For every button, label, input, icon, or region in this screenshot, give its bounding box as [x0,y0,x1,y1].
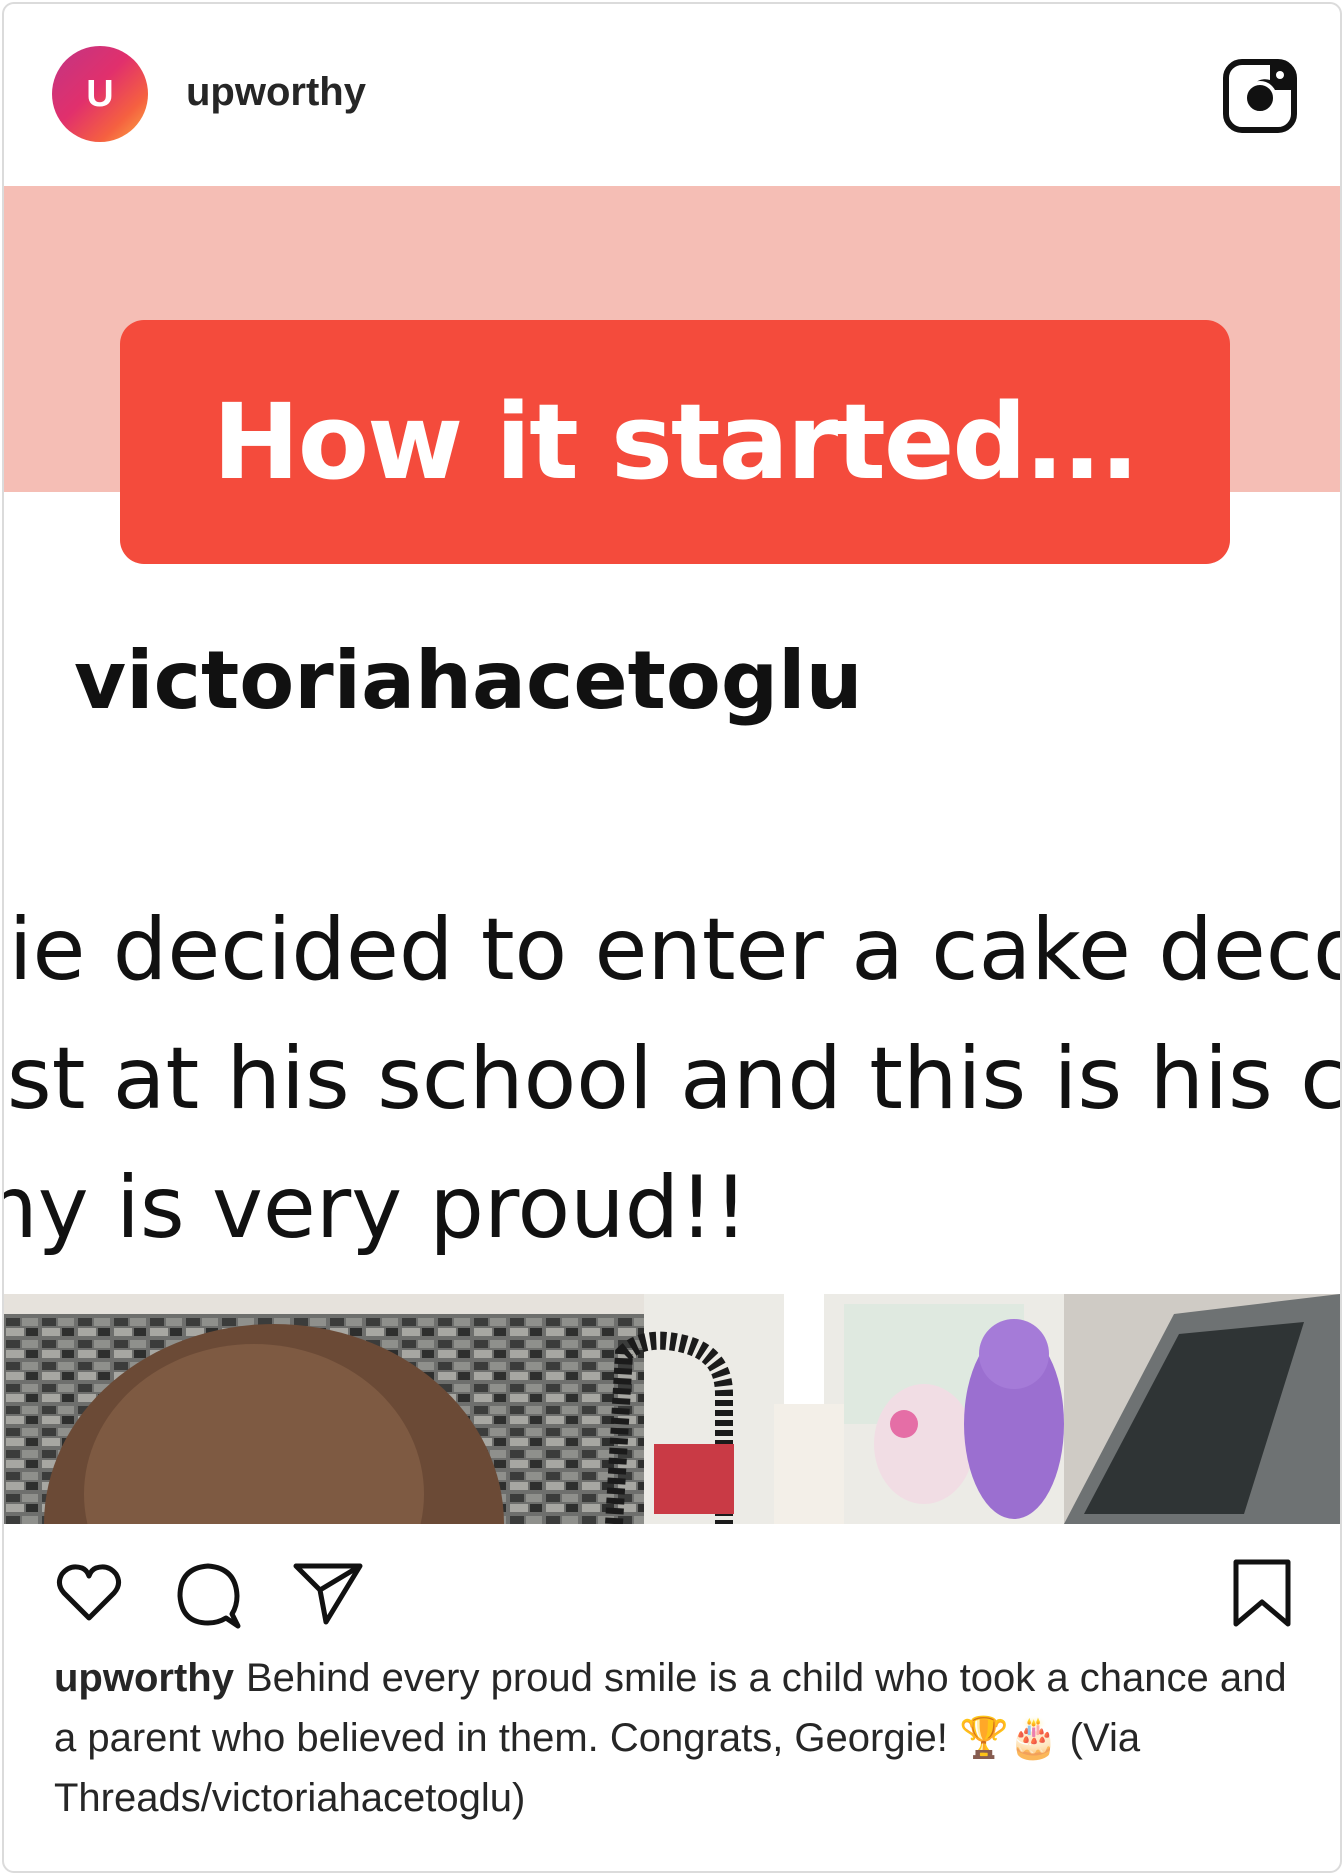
how-it-started-banner: How it started... [120,320,1230,564]
post-image[interactable]: How it started... victoriahacetoglu gie … [4,186,1340,1524]
post-username[interactable]: upworthy [186,70,366,115]
bookmark-icon[interactable] [1230,1558,1294,1628]
kitchen-photo [4,1294,1340,1524]
comment-icon[interactable] [174,1560,244,1630]
instagram-post-card: U upworthy How it started... victoriahac… [2,2,1342,1873]
thread-username: victoriahacetoglu [74,634,863,727]
quote-line: gie decided to enter a cake deco [4,900,1340,1000]
heart-icon[interactable] [56,1560,122,1626]
quote-line: est at his school and this is his ca [4,1029,1340,1129]
quoted-text: gie decided to enter a cake deco est at … [4,886,1340,1273]
caption-username[interactable]: upworthy [54,1656,234,1700]
avatar[interactable]: U [52,46,148,142]
caption-text: Behind every proud smile is a child who … [54,1656,1287,1820]
post-caption: upworthy Behind every proud smile is a ch… [54,1648,1294,1828]
instagram-logo-icon[interactable] [1222,58,1298,134]
banner-text: How it started... [212,381,1140,503]
quote-line: my is very proud!! [4,1158,749,1258]
send-icon[interactable] [292,1560,364,1626]
